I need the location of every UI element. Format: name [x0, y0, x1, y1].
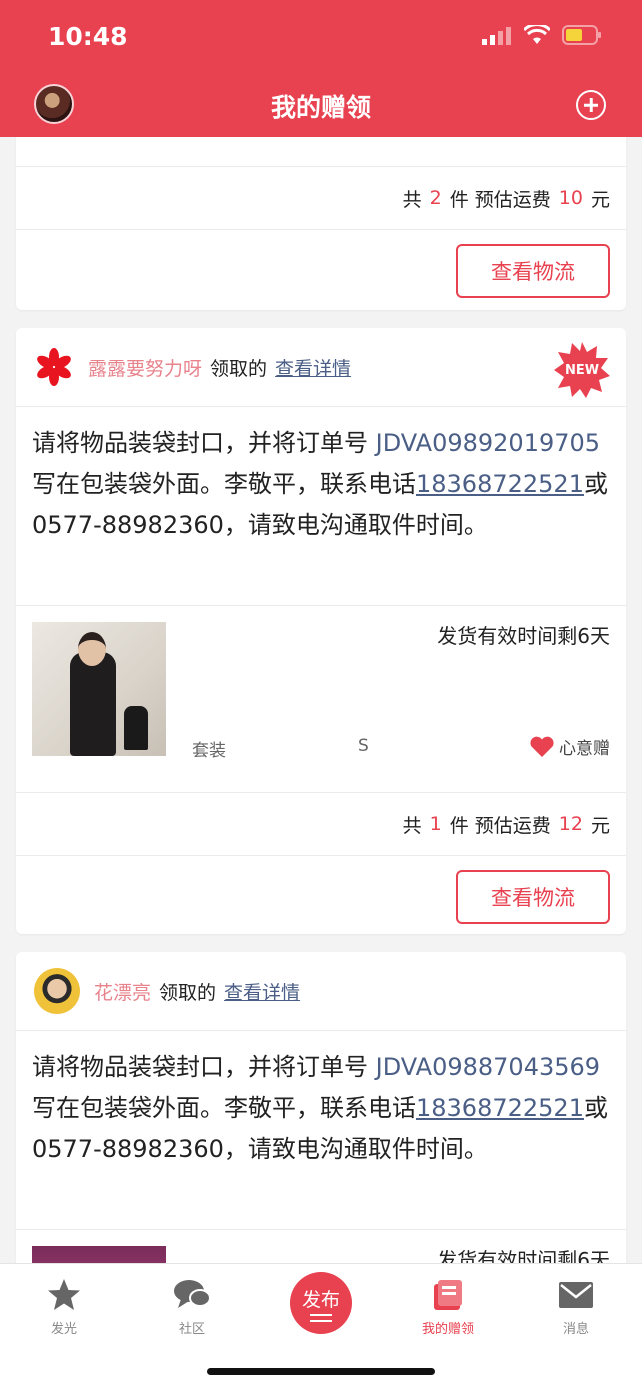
card-header: 花漂亮 领取的 查看详情	[16, 952, 626, 1030]
publish-label: 发布	[301, 1288, 340, 1311]
order-number: JDVA09887043569	[375, 1053, 601, 1081]
page-title: 我的赠领	[270, 93, 371, 122]
signal-icon	[482, 27, 511, 45]
battery-icon	[562, 25, 601, 45]
order-summary: 共 2 件 预估运费 10 元	[16, 167, 626, 229]
tab-label: 我的赠领	[421, 1322, 474, 1337]
status-indicators	[482, 24, 602, 46]
view-details-link[interactable]: 查看详情	[275, 354, 351, 381]
gift-type: 心意赠	[529, 734, 610, 759]
item-count: 1	[429, 813, 442, 835]
gift-type-label: 心意赠	[559, 739, 610, 759]
chat-bubble-icon	[174, 1280, 211, 1308]
shipping-deadline: 发货有效时间剩6天	[437, 624, 610, 648]
tab-community[interactable]: 社区	[128, 1278, 256, 1337]
star-icon	[48, 1279, 80, 1310]
add-button[interactable]	[576, 90, 606, 120]
tab-shine[interactable]: 发光	[0, 1278, 128, 1337]
view-logistics-button[interactable]: 查看物流	[456, 870, 610, 924]
asterisk-avatar-icon	[37, 348, 71, 386]
summary-prefix: 共	[402, 814, 422, 837]
claimer-avatar[interactable]	[34, 968, 80, 1014]
item-photo[interactable]	[32, 622, 166, 756]
shipping-instruction: 请将物品装袋封口，并将订单号 JDVA09892019705 写在包装袋外面。李…	[16, 407, 626, 605]
item-row: 发货有效时间剩6天 套装 S 心意赠	[16, 606, 626, 792]
summary-unit: 件 预估运费	[449, 188, 551, 211]
claimer-name[interactable]: 露露要努力呀	[88, 354, 202, 381]
action-row: 查看物流	[16, 856, 626, 934]
phone-link[interactable]: 18368722521	[416, 470, 584, 498]
item-size: S	[358, 736, 369, 756]
order-summary: 共 1 件 预估运费 12 元	[16, 793, 626, 855]
view-details-link[interactable]: 查看详情	[224, 978, 300, 1005]
currency-label: 元	[590, 188, 610, 211]
item-count: 2	[429, 187, 442, 209]
instruction-text: 请将物品装袋封口，并将订单号	[32, 429, 376, 457]
card-header: 露露要努力呀 领取的 查看详情 NEW	[16, 328, 626, 406]
phone-link[interactable]: 18368722521	[416, 1094, 584, 1122]
instruction-text: 写在包装袋外面。李敬平，联系电话	[32, 470, 416, 498]
summary-prefix: 共	[402, 188, 422, 211]
tab-my-gifts[interactable]: 我的赠领	[384, 1278, 512, 1337]
instruction-text: 写在包装袋外面。李敬平，联系电话	[32, 1094, 416, 1122]
tab-label: 社区	[178, 1322, 205, 1337]
gift-card: 露露要努力呀 领取的 查看详情 NEW 请将物品装袋封口，并将订单号 JDVA0…	[16, 328, 626, 934]
shipping-instruction: 请将物品装袋封口，并将订单号 JDVA09887043569 写在包装袋外面。李…	[16, 1031, 626, 1229]
claim-label: 领取的	[210, 357, 268, 380]
order-number: JDVA09892019705	[375, 429, 601, 457]
new-badge: NEW	[554, 342, 610, 398]
shipping-fee: 10	[558, 187, 583, 209]
heart-icon	[530, 736, 554, 757]
item-category: 套装	[192, 741, 226, 761]
tab-messages[interactable]: 消息	[512, 1278, 640, 1337]
status-time: 10:48	[48, 22, 128, 51]
currency-label: 元	[590, 814, 610, 837]
action-row: 查看物流	[16, 230, 626, 310]
instruction-text: 请将物品装袋封口，并将订单号	[32, 1053, 376, 1081]
summary-unit: 件 预估运费	[449, 814, 551, 837]
mail-icon	[559, 1282, 593, 1308]
view-logistics-button[interactable]: 查看物流	[456, 244, 610, 298]
claimer-name[interactable]: 花漂亮	[94, 978, 151, 1005]
tab-label: 消息	[562, 1322, 589, 1337]
wifi-icon	[524, 25, 550, 44]
home-indicator	[207, 1368, 435, 1375]
publish-button[interactable]: 发布	[290, 1272, 352, 1334]
gift-box-icon	[434, 1280, 462, 1310]
gift-card: 花漂亮 领取的 查看详情 请将物品装袋封口，并将订单号 JDVA09887043…	[16, 952, 626, 1292]
tab-label: 发光	[50, 1322, 77, 1337]
shipping-fee: 12	[558, 813, 583, 835]
app-header: 10:48 我的赠领	[0, 0, 642, 137]
publish-icon	[310, 1313, 332, 1322]
new-badge-label: NEW	[564, 362, 600, 378]
claim-label: 领取的	[159, 981, 217, 1004]
